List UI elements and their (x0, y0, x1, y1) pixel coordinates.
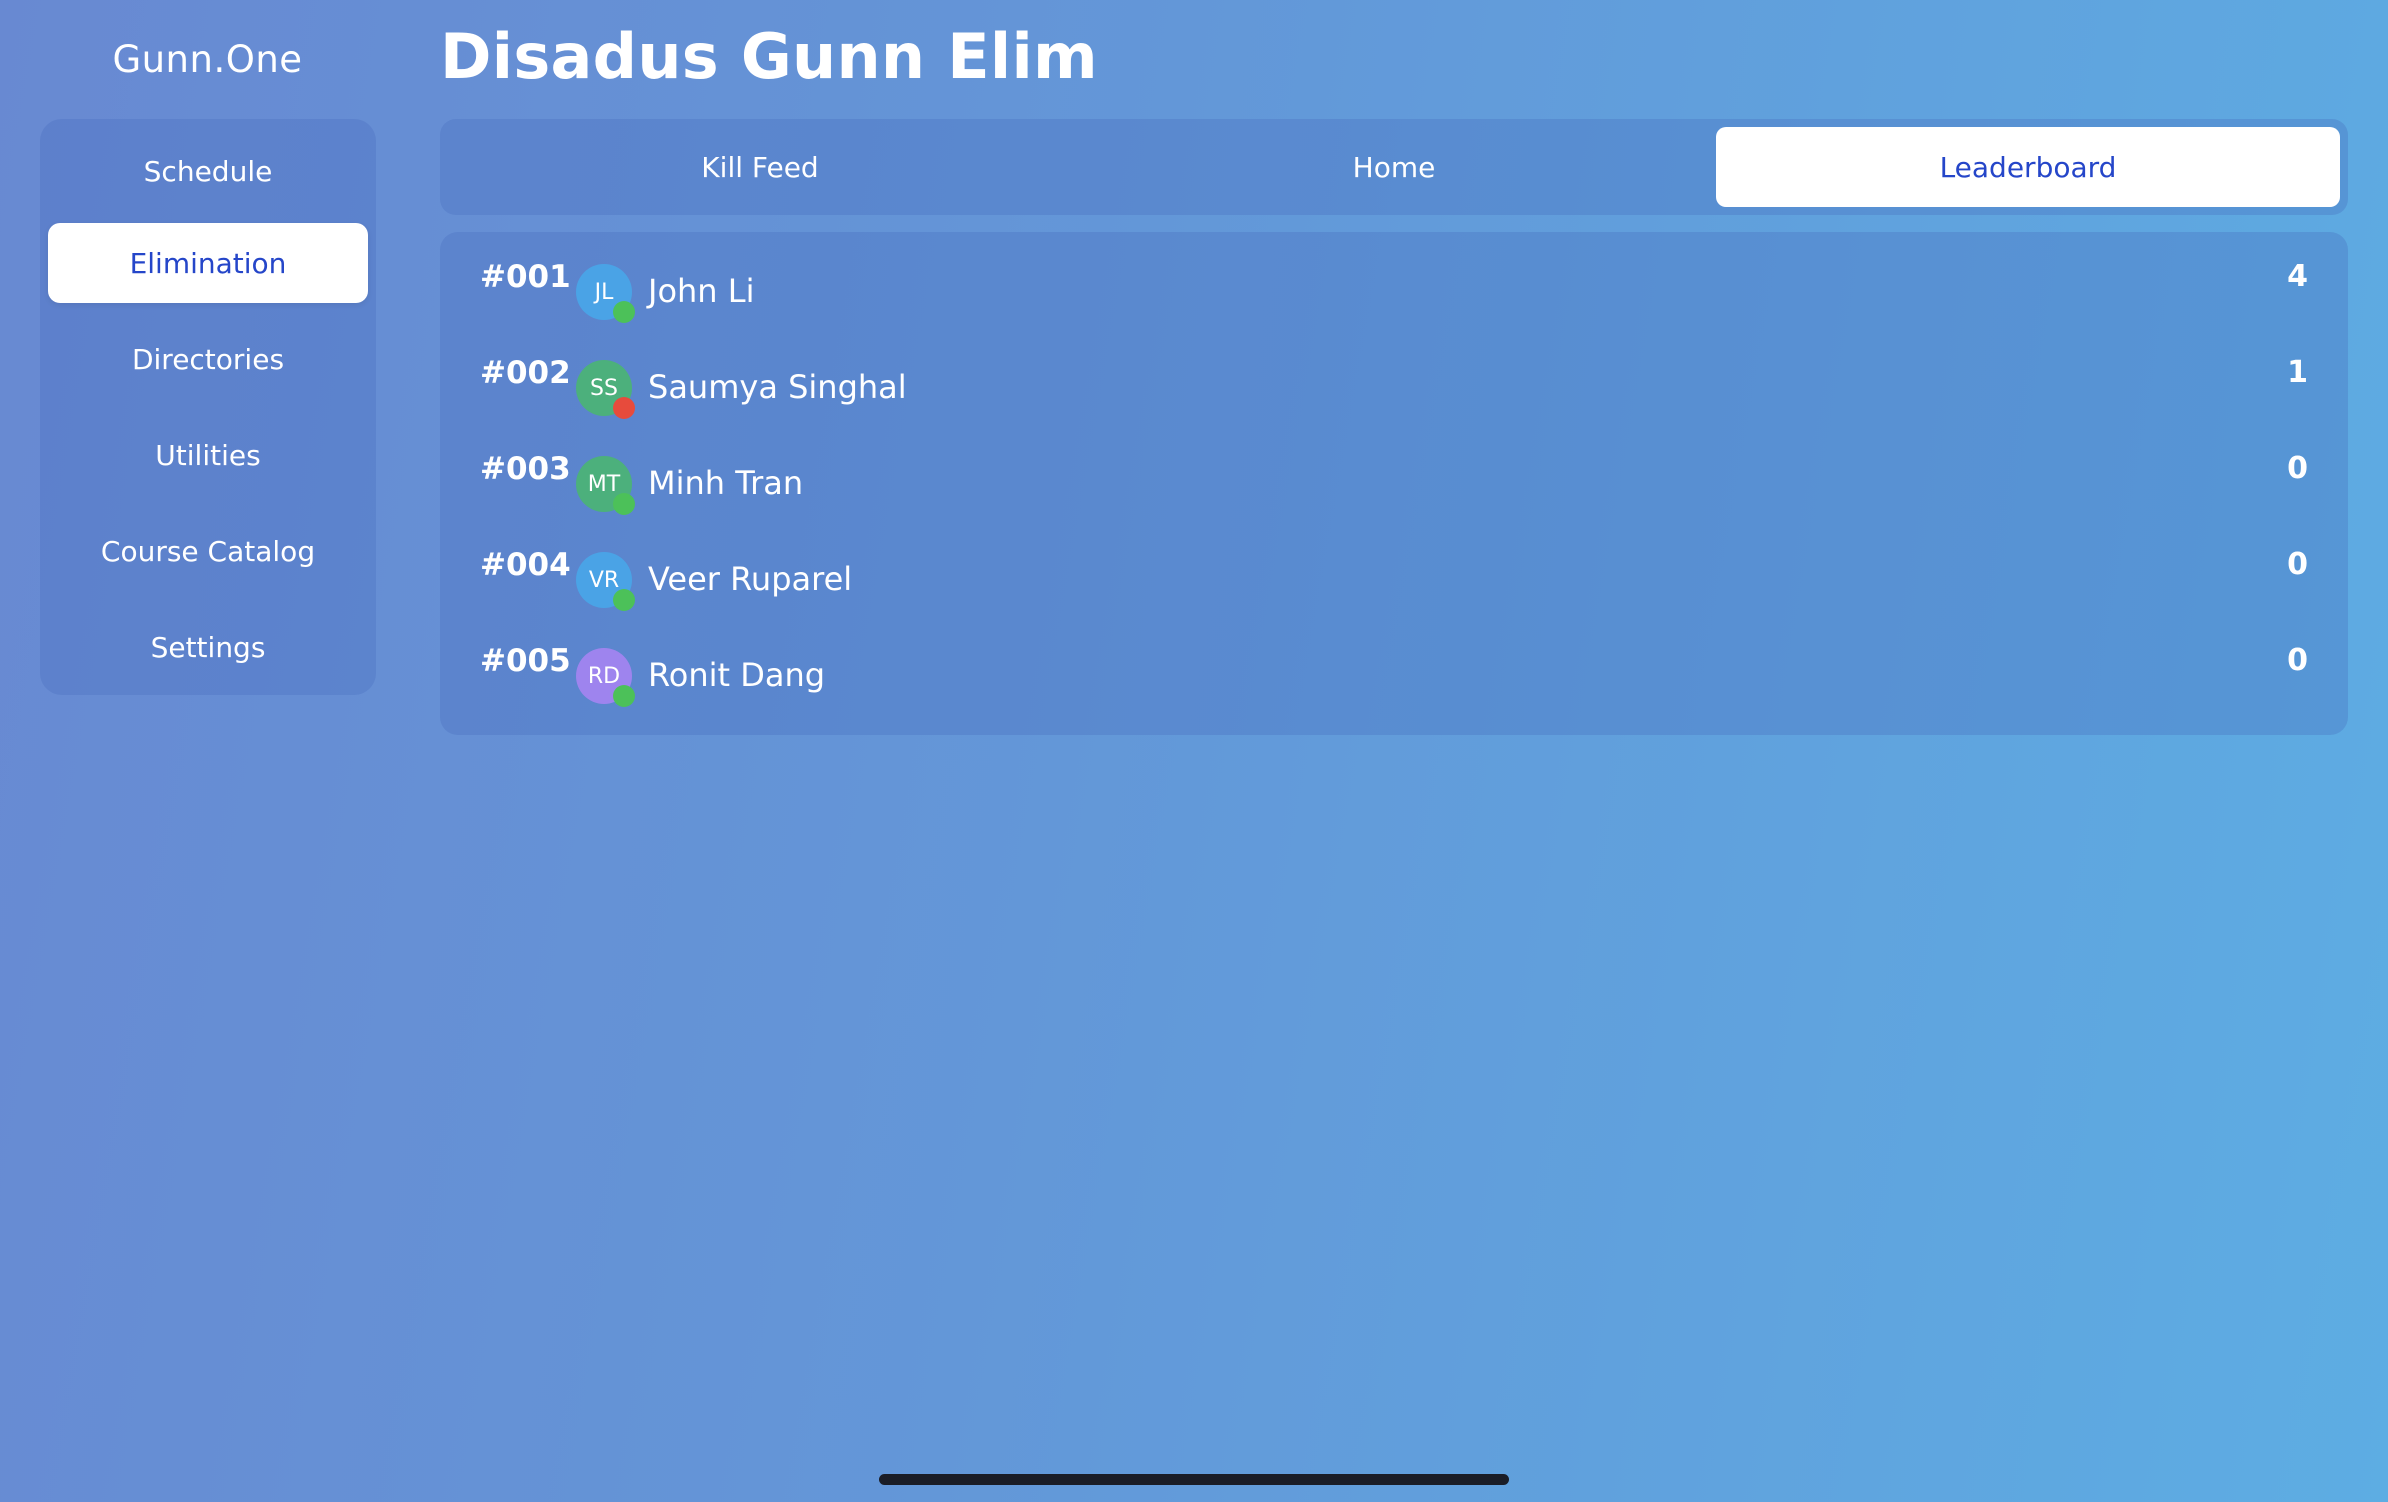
sidebar-item-schedule[interactable]: Schedule (48, 131, 368, 211)
leaderboard-row[interactable]: #002 SS Saumya Singhal 1 (440, 330, 2348, 426)
player-name: Minh Tran (648, 464, 804, 502)
tab-kill-feed[interactable]: Kill Feed (448, 127, 1072, 207)
avatar: JL (576, 264, 635, 323)
player-name: Ronit Dang (648, 656, 826, 694)
status-dot-icon (613, 589, 635, 611)
player-name: John Li (648, 272, 755, 310)
status-dot-icon (613, 301, 635, 323)
kill-count: 0 (2287, 451, 2308, 486)
rank-label: #005 (480, 643, 571, 679)
leaderboard-row[interactable]: #004 VR Veer Ruparel 0 (440, 522, 2348, 618)
leaderboard-row[interactable]: #005 RD Ronit Dang 0 (440, 618, 2348, 714)
sidebar-item-settings[interactable]: Settings (48, 607, 368, 687)
rank-label: #001 (480, 259, 571, 295)
rank-label: #002 (480, 355, 571, 391)
kill-count: 1 (2287, 355, 2308, 390)
avatar-initials: RD (587, 663, 621, 689)
rank-label: #003 (480, 451, 571, 487)
avatar-initials: MT (587, 471, 621, 497)
leaderboard-row[interactable]: #003 MT Minh Tran 0 (440, 426, 2348, 522)
leaderboard-row[interactable]: #001 JL John Li 4 (440, 234, 2348, 330)
status-dot-icon (613, 493, 635, 515)
tab-home[interactable]: Home (1082, 127, 1706, 207)
player-name: Saumya Singhal (648, 368, 907, 406)
tab-leaderboard[interactable]: Leaderboard (1716, 127, 2340, 207)
leaderboard-list: #001 JL John Li 4 #002 SS Saumya Singhal… (440, 232, 2348, 735)
home-indicator[interactable] (879, 1474, 1509, 1485)
kill-count: 0 (2287, 547, 2308, 582)
sidebar-item-elimination[interactable]: Elimination (48, 223, 368, 303)
avatar: MT (576, 456, 635, 515)
avatar: SS (576, 360, 635, 419)
status-dot-icon (613, 685, 635, 707)
sidebar-item-course-catalog[interactable]: Course Catalog (48, 511, 368, 591)
rank-label: #004 (480, 547, 571, 583)
status-dot-icon (613, 397, 635, 419)
player-name: Veer Ruparel (648, 560, 853, 598)
avatar: VR (576, 552, 635, 611)
avatar-initials: VR (588, 567, 620, 593)
avatar-initials: SS (590, 375, 618, 401)
app-title: Gunn.One (112, 38, 303, 81)
sidebar-item-utilities[interactable]: Utilities (48, 415, 368, 495)
avatar-initials: JL (594, 279, 614, 305)
sidebar-item-directories[interactable]: Directories (48, 319, 368, 399)
sidebar: Schedule Elimination Directories Utiliti… (40, 119, 376, 695)
page-title: Disadus Gunn Elim (440, 20, 1098, 93)
avatar: RD (576, 648, 635, 707)
kill-count: 4 (2287, 259, 2308, 294)
tab-bar: Kill Feed Home Leaderboard (440, 119, 2348, 215)
kill-count: 0 (2287, 643, 2308, 678)
